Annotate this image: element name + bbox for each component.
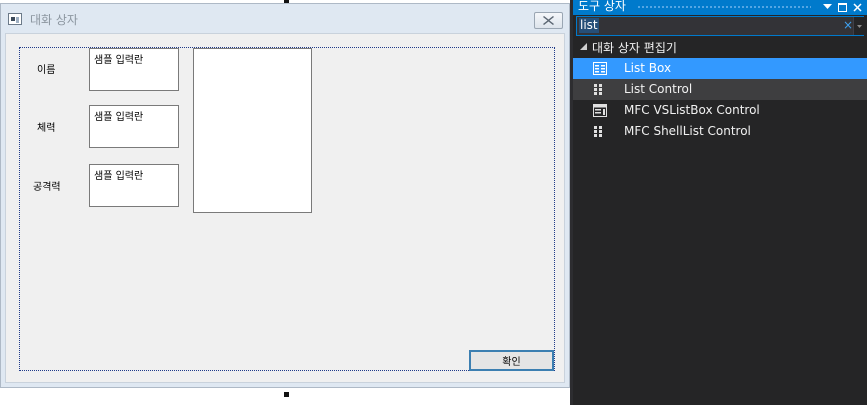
- shelllist-icon: [594, 126, 602, 137]
- edit-name[interactable]: 샘플 입력란: [89, 48, 179, 91]
- dialog-window-icon: [8, 13, 22, 25]
- ok-button[interactable]: 확인: [469, 350, 554, 371]
- list-control-icon: [594, 84, 602, 95]
- label-attack[interactable]: 공격력: [33, 178, 61, 193]
- dialog-client-area[interactable]: 이름 샘플 입력란 체력 샘플 입력란 공격력 샘플 입력란 확인: [5, 33, 565, 383]
- maximize-button[interactable]: [836, 0, 849, 14]
- toolbox-item-list-box[interactable]: List Box: [573, 58, 867, 79]
- toolbox-item-label: MFC VSListBox Control: [624, 103, 760, 117]
- list-box-control[interactable]: [193, 48, 312, 213]
- label-hp[interactable]: 체력: [37, 119, 55, 134]
- group-label: 대화 상자 편집기: [592, 40, 677, 55]
- toolbox-item-mfc-vslistbox[interactable]: MFC VSListBox Control: [573, 100, 867, 121]
- toolbox-item-list-control[interactable]: List Control: [573, 79, 867, 100]
- toolbox-item-mfc-shelllist[interactable]: MFC ShellList Control: [573, 121, 867, 142]
- search-input-text[interactable]: list: [579, 18, 599, 33]
- dialog-titlebar: 대화 상자: [1, 4, 569, 34]
- resize-handle-bottom[interactable]: [284, 392, 289, 397]
- vslistbox-icon: [593, 104, 607, 117]
- edit-attack[interactable]: 샘플 입력란: [89, 164, 179, 207]
- toolbox-item-label: List Box: [624, 61, 672, 75]
- close-icon: [853, 2, 862, 12]
- close-icon: [543, 16, 554, 25]
- dialog-close-button[interactable]: [534, 12, 563, 29]
- edit-hp[interactable]: 샘플 입력란: [89, 105, 179, 148]
- toolbox-header[interactable]: 도구 상자: [573, 0, 867, 15]
- window-position-dropdown[interactable]: [821, 0, 834, 14]
- toolbox-search-input[interactable]: list ×: [576, 16, 864, 36]
- toolbox-title: 도구 상자: [578, 0, 626, 13]
- expand-arrow-icon: [580, 42, 588, 52]
- maximize-icon: [838, 2, 847, 12]
- search-options-dropdown[interactable]: [853, 17, 864, 35]
- toolbox-group-dialog-editor[interactable]: 대화 상자 편집기: [573, 37, 867, 57]
- toolbox-item-label: List Control: [624, 82, 693, 96]
- listbox-icon: [593, 62, 607, 75]
- chevron-down-icon: [823, 4, 832, 9]
- clear-search-icon[interactable]: ×: [843, 18, 853, 32]
- chevron-down-icon: [856, 24, 862, 28]
- toolbox-drag-grip[interactable]: [637, 5, 811, 10]
- dialog-title: 대화 상자: [30, 13, 78, 27]
- label-name[interactable]: 이름: [37, 61, 55, 76]
- dialog-frame: 대화 상자 이름 샘플 입력란 체력 샘플 입력란 공격력 샘플 입력란 확인: [0, 3, 570, 388]
- toolbox-item-label: MFC ShellList Control: [624, 124, 751, 138]
- toolbox-panel: 도구 상자 list × 대화 상자 편집기 List Box List Con…: [570, 0, 867, 405]
- toolbox-close-button[interactable]: [851, 0, 864, 14]
